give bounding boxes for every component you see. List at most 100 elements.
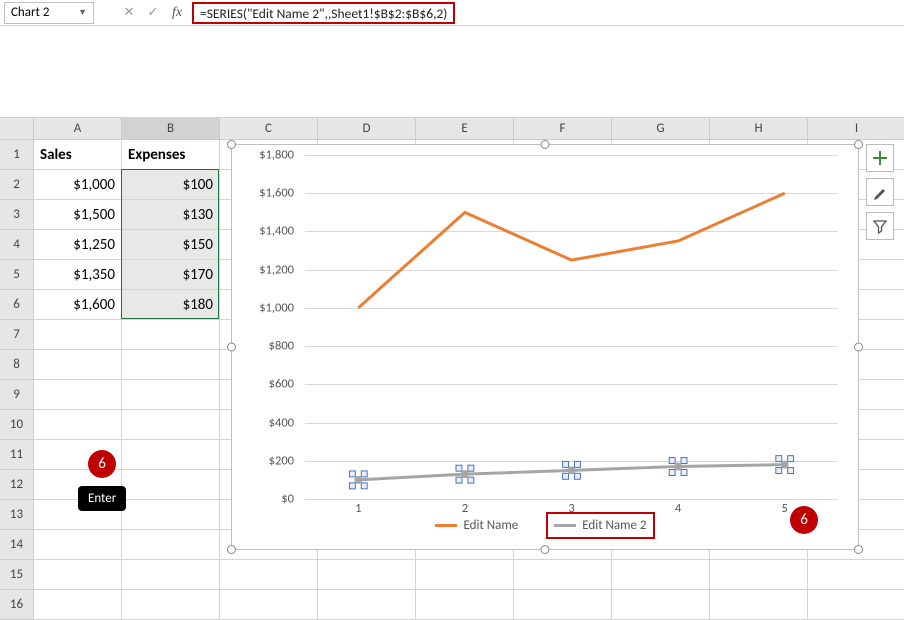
- selection-handle-icon[interactable]: [361, 483, 367, 489]
- selection-handle-icon[interactable]: [669, 469, 675, 475]
- chart-object[interactable]: $0$200$400$600$800$1,000$1,200$1,400$1,6…: [231, 144, 859, 550]
- row-header-15[interactable]: 15: [0, 560, 34, 590]
- cell-A10[interactable]: [34, 410, 122, 440]
- cell-B11[interactable]: [122, 440, 220, 470]
- selection-handle-icon[interactable]: [468, 477, 474, 483]
- data-point-marker[interactable]: [354, 476, 362, 484]
- cell-A6[interactable]: $1,600: [34, 290, 122, 320]
- cell-A4[interactable]: $1,250: [34, 230, 122, 260]
- selection-handle-icon[interactable]: [776, 468, 782, 474]
- resize-handle[interactable]: [541, 545, 550, 554]
- selection-handle-icon[interactable]: [468, 465, 474, 471]
- plot-area[interactable]: $0$200$400$600$800$1,000$1,200$1,400$1,6…: [250, 155, 844, 499]
- cell-A3[interactable]: $1,500: [34, 200, 122, 230]
- row-header-8[interactable]: 8: [0, 350, 34, 380]
- cell-E15[interactable]: [416, 560, 514, 590]
- data-point-marker[interactable]: [674, 463, 682, 471]
- selection-handle-icon[interactable]: [669, 458, 675, 464]
- chevron-down-icon[interactable]: ▼: [78, 7, 87, 18]
- selection-handle-icon[interactable]: [349, 471, 355, 477]
- column-header-I[interactable]: I: [808, 118, 904, 140]
- selection-handle-icon[interactable]: [788, 468, 794, 474]
- column-header-B[interactable]: B: [122, 118, 220, 140]
- cell-B15[interactable]: [122, 560, 220, 590]
- row-header-5[interactable]: 5: [0, 260, 34, 290]
- cell-B16[interactable]: [122, 590, 220, 620]
- cell-H15[interactable]: [710, 560, 808, 590]
- selection-handle-icon[interactable]: [681, 469, 687, 475]
- confirm-icon[interactable]: ✓: [142, 3, 164, 23]
- cell-C15[interactable]: [220, 560, 318, 590]
- selection-handle-icon[interactable]: [563, 461, 569, 467]
- cell-A7[interactable]: [34, 320, 122, 350]
- chart-styles-button[interactable]: [866, 178, 894, 206]
- cell-C16[interactable]: [220, 590, 318, 620]
- resize-handle[interactable]: [227, 343, 236, 352]
- resize-handle[interactable]: [854, 140, 863, 149]
- cell-A8[interactable]: [34, 350, 122, 380]
- data-point-marker[interactable]: [781, 461, 789, 469]
- cell-I15[interactable]: [808, 560, 904, 590]
- resize-handle[interactable]: [854, 343, 863, 352]
- selection-handle-icon[interactable]: [349, 483, 355, 489]
- selection-handle-icon[interactable]: [574, 473, 580, 479]
- cell-B1[interactable]: Expenses: [122, 140, 220, 170]
- cell-E16[interactable]: [416, 590, 514, 620]
- row-header-11[interactable]: 11: [0, 440, 34, 470]
- chart-legend[interactable]: Edit Name Edit Name 2: [232, 512, 858, 539]
- cell-A5[interactable]: $1,350: [34, 260, 122, 290]
- row-header-12[interactable]: 12: [0, 470, 34, 500]
- row-header-10[interactable]: 10: [0, 410, 34, 440]
- select-all-corner[interactable]: [0, 118, 34, 140]
- row-header-2[interactable]: 2: [0, 170, 34, 200]
- row-header-3[interactable]: 3: [0, 200, 34, 230]
- cell-A14[interactable]: [34, 530, 122, 560]
- column-header-H[interactable]: H: [710, 118, 808, 140]
- column-header-G[interactable]: G: [612, 118, 710, 140]
- cell-A1[interactable]: Sales: [34, 140, 122, 170]
- column-header-E[interactable]: E: [416, 118, 514, 140]
- cell-F15[interactable]: [514, 560, 612, 590]
- row-header-14[interactable]: 14: [0, 530, 34, 560]
- legend-item-2[interactable]: Edit Name 2: [546, 512, 654, 539]
- column-header-D[interactable]: D: [318, 118, 416, 140]
- row-header-1[interactable]: 1: [0, 140, 34, 170]
- cell-G15[interactable]: [612, 560, 710, 590]
- data-point-marker[interactable]: [461, 470, 469, 478]
- cell-B10[interactable]: [122, 410, 220, 440]
- cell-D16[interactable]: [318, 590, 416, 620]
- selection-handle-icon[interactable]: [361, 471, 367, 477]
- chart-elements-button[interactable]: [866, 144, 894, 172]
- selection-handle-icon[interactable]: [456, 465, 462, 471]
- cell-A16[interactable]: [34, 590, 122, 620]
- cell-B2[interactable]: $100: [122, 170, 220, 200]
- column-header-C[interactable]: C: [220, 118, 318, 140]
- cell-B13[interactable]: [122, 500, 220, 530]
- cell-B12[interactable]: [122, 470, 220, 500]
- chart-filters-button[interactable]: [866, 212, 894, 240]
- cell-B8[interactable]: [122, 350, 220, 380]
- legend-item-1[interactable]: Edit Name: [435, 518, 518, 533]
- row-header-7[interactable]: 7: [0, 320, 34, 350]
- selection-handle-icon[interactable]: [776, 456, 782, 462]
- cell-I16[interactable]: [808, 590, 904, 620]
- y-axis[interactable]: $0$200$400$600$800$1,000$1,200$1,400$1,6…: [250, 155, 300, 499]
- selection-handle-icon[interactable]: [574, 461, 580, 467]
- cell-A15[interactable]: [34, 560, 122, 590]
- series-line-1[interactable]: [358, 193, 784, 308]
- cell-H16[interactable]: [710, 590, 808, 620]
- cell-B3[interactable]: $130: [122, 200, 220, 230]
- row-header-13[interactable]: 13: [0, 500, 34, 530]
- cell-B6[interactable]: $180: [122, 290, 220, 320]
- cell-B7[interactable]: [122, 320, 220, 350]
- formula-input[interactable]: =SERIES("Edit Name 2",,Sheet1!$B$2:$B$6,…: [192, 2, 900, 24]
- column-header-F[interactable]: F: [514, 118, 612, 140]
- cancel-icon[interactable]: ✕: [118, 3, 140, 23]
- resize-handle[interactable]: [854, 545, 863, 554]
- cell-A9[interactable]: [34, 380, 122, 410]
- row-header-9[interactable]: 9: [0, 380, 34, 410]
- cell-D15[interactable]: [318, 560, 416, 590]
- fx-icon[interactable]: fx: [166, 3, 188, 23]
- cell-B4[interactable]: $150: [122, 230, 220, 260]
- row-header-6[interactable]: 6: [0, 290, 34, 320]
